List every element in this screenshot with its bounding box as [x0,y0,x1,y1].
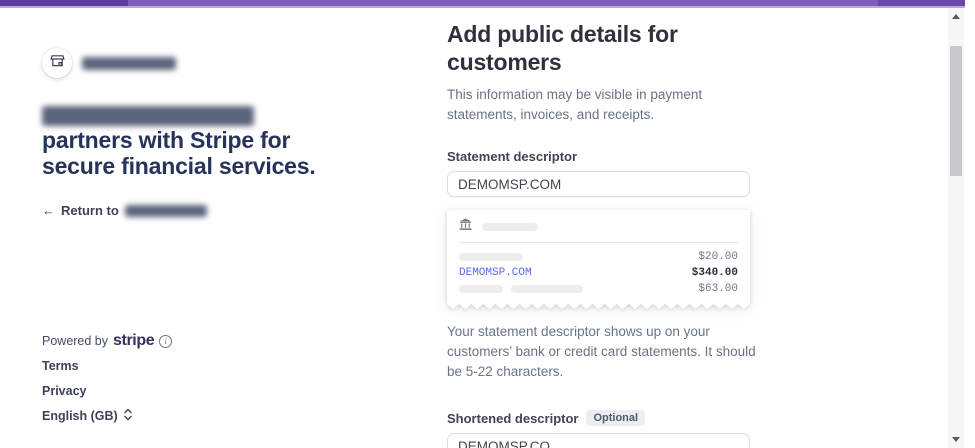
left-footer: Powered by stripe i Terms Privacy Englis… [42,332,172,350]
receipt-amount: $20.00 [698,251,738,263]
statement-descriptor-label-row: Statement descriptor [447,149,777,164]
business-badge-row [42,48,176,78]
receipt-row: $63.00 [459,281,738,297]
return-link-label: Return to [61,203,119,218]
bank-icon [459,218,472,236]
statement-descriptor-input[interactable] [447,171,750,197]
storefront-icon [50,53,65,73]
statement-descriptor-help: Your statement descriptor shows up on yo… [447,322,769,382]
page-subtitle: This information may be visible in payme… [447,85,757,125]
language-label: English (GB) [42,409,118,423]
receipt-descriptor-text: DEMOMSP.COM [459,267,532,279]
arrow-down-icon [952,437,960,442]
page-title: Add public details for customers [447,20,747,76]
business-avatar [42,48,72,78]
shortened-descriptor-label-row: Shortened descriptor Optional [447,410,777,426]
scrollbar-up-button[interactable] [948,8,964,25]
shortened-descriptor-label: Shortened descriptor [447,411,578,426]
scrollbar-down-button[interactable] [948,431,964,448]
left-headline: partners with Stripe for secure financia… [42,127,337,179]
receipt-amount-highlight: $340.00 [692,267,738,279]
powered-by-stripe[interactable]: Powered by stripe i [42,332,172,350]
redacted-headline-business-name [42,106,254,126]
chevron-updown-icon [123,408,133,424]
receipt-row-descriptor: DEMOMSP.COM $340.00 [459,265,738,281]
return-link[interactable]: ← Return to [42,203,207,218]
stripe-logo: stripe [113,332,154,350]
receipt-divider [459,242,738,243]
receipt-amount: $63.00 [698,283,738,295]
terms-link[interactable]: Terms [42,359,79,373]
redacted-bank-name [482,223,538,231]
receipt-header [459,220,738,234]
privacy-link[interactable]: Privacy [42,384,86,398]
main-form-panel: Add public details for customers This in… [447,0,777,448]
redacted-line-item [511,285,583,293]
language-selector[interactable]: English (GB) [42,408,133,424]
shortened-descriptor-input[interactable] [447,433,750,448]
info-icon[interactable]: i [159,335,172,348]
redacted-line-item [459,253,523,261]
scrollbar-thumb[interactable] [950,46,962,176]
left-panel: partners with Stripe for secure financia… [42,0,432,448]
statement-descriptor-label: Statement descriptor [447,149,577,164]
receipt-preview-card: $20.00 DEMOMSP.COM $340.00 $63.00 [447,210,750,309]
powered-by-label: Powered by [42,334,108,348]
redacted-business-name [82,57,176,70]
optional-badge: Optional [586,410,645,426]
arrow-up-icon [952,14,960,19]
receipt-row: $20.00 [459,249,738,265]
redacted-return-target [125,205,207,217]
redacted-line-item [459,285,503,293]
arrow-left-icon: ← [42,203,55,218]
vertical-scrollbar[interactable] [948,8,964,448]
